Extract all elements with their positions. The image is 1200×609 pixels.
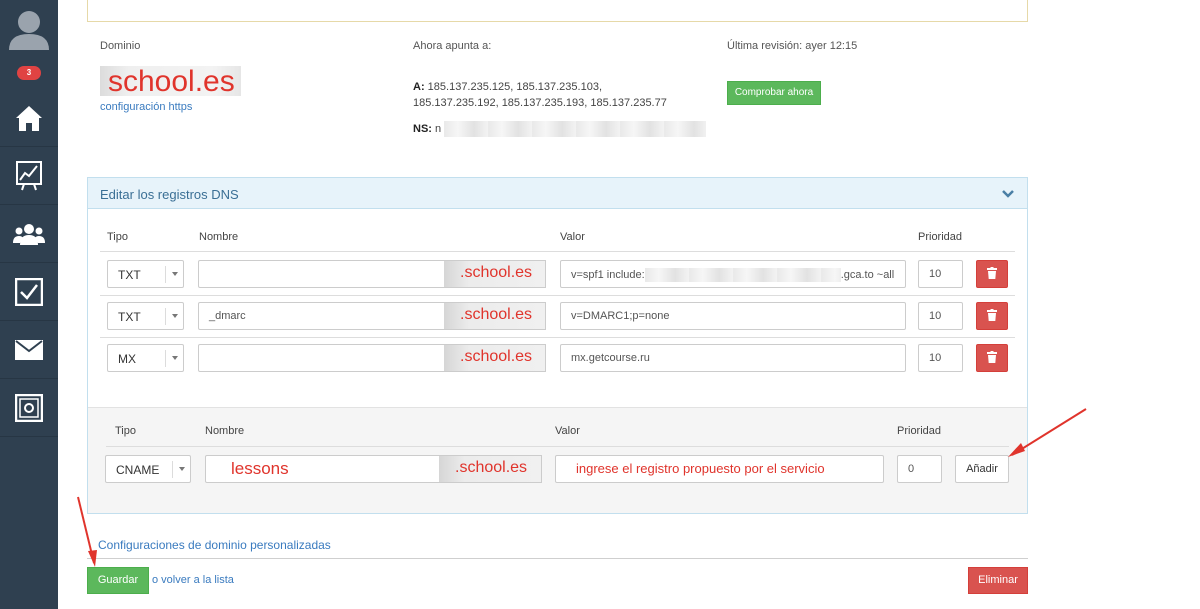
trash-icon — [987, 266, 997, 282]
ns-label: NS: — [413, 122, 432, 135]
safe-icon — [15, 394, 43, 422]
divider — [165, 350, 166, 367]
redacted-value — [644, 268, 841, 282]
record-type-value: TXT — [118, 310, 141, 324]
caret-down-icon — [172, 314, 178, 318]
dns-editor-panel: Editar los registros DNS Tipo Nombre Val… — [87, 177, 1028, 514]
new-record-priority-input[interactable]: 0 — [897, 455, 942, 483]
delete-record-button[interactable] — [976, 260, 1008, 288]
https-config-link[interactable]: configuración https — [100, 101, 192, 113]
divider — [100, 251, 1015, 252]
record-priority-input[interactable]: 10 — [918, 260, 963, 288]
new-record-value-input[interactable]: ingrese el registro propuesto por el ser… — [555, 455, 884, 483]
save-button[interactable]: Guardar — [87, 567, 149, 594]
new-record-form: Tipo Nombre Valor Prioridad CNAME lesson… — [88, 407, 1027, 513]
a-records: A: 185.137.235.125, 185.137.235.103, 185… — [413, 79, 675, 111]
record-type-select[interactable]: MX — [107, 344, 184, 372]
sidebar-item-home[interactable] — [0, 90, 58, 147]
domain-suffix: .school.es — [444, 344, 546, 372]
divider — [165, 266, 166, 283]
record-name-input[interactable]: _dmarc — [198, 302, 446, 330]
divider — [106, 446, 1009, 447]
record-type-select[interactable]: TXT — [107, 302, 184, 330]
add-record-button[interactable]: Añadir — [955, 455, 1009, 483]
caret-down-icon — [172, 356, 178, 360]
delete-record-button[interactable] — [976, 302, 1008, 330]
col-header-tipo: Tipo — [115, 425, 136, 437]
sidebar-item-users[interactable] — [0, 206, 58, 263]
col-header-prioridad: Prioridad — [918, 231, 963, 243]
record-type-value: CNAME — [116, 463, 160, 477]
delete-domain-button[interactable]: Eliminar — [968, 567, 1028, 594]
top-card — [87, 0, 1028, 22]
custom-domain-settings-link[interactable]: Configuraciones de dominio personalizada… — [98, 538, 331, 552]
chart-icon — [16, 161, 42, 191]
record-value-input[interactable]: v=spf1 include: .gca.to ~all — [560, 260, 906, 288]
dns-panel-title: Editar los registros DNS — [100, 187, 239, 202]
col-header-prioridad: Prioridad — [897, 425, 942, 437]
last-check-label: Última revisión: ayer 12:15 — [727, 40, 858, 52]
divider — [100, 295, 1015, 296]
check-now-button[interactable]: Comprobar ahora — [727, 81, 821, 105]
record-type-select[interactable]: TXT — [107, 260, 184, 288]
chevron-down-icon[interactable] — [1001, 188, 1015, 202]
a-records-value: 185.137.235.125, 185.137.235.103, 185.13… — [413, 81, 667, 109]
caret-down-icon — [179, 467, 185, 471]
domain-suffix: .school.es — [439, 455, 542, 483]
sidebar-item-mail[interactable] — [0, 322, 58, 379]
new-record-name-input[interactable]: lessons — [205, 455, 441, 483]
col-header-tipo: Tipo — [107, 231, 128, 243]
mail-icon — [15, 340, 43, 360]
col-header-nombre: Nombre — [199, 231, 239, 243]
col-header-nombre: Nombre — [205, 425, 245, 437]
domain-label: Dominio — [100, 40, 141, 52]
delete-record-button[interactable] — [976, 344, 1008, 372]
user-avatar-icon[interactable] — [0, 0, 58, 62]
ns-records: NS: n — [413, 121, 707, 137]
sidebar-item-tasks[interactable] — [0, 264, 58, 321]
record-value-end: .gca.to ~all — [840, 268, 895, 281]
divider — [87, 558, 1028, 559]
col-header-valor: Valor — [560, 231, 585, 243]
dns-panel-header[interactable]: Editar los registros DNS — [88, 178, 1027, 209]
trash-icon — [987, 308, 997, 324]
divider — [172, 461, 173, 478]
divider — [100, 337, 1015, 338]
record-priority-input[interactable]: 10 — [918, 302, 963, 330]
col-header-valor: Valor — [555, 425, 580, 437]
home-icon — [14, 104, 44, 132]
new-record-type-select[interactable]: CNAME — [105, 455, 191, 483]
domain-suffix: .school.es — [444, 302, 546, 330]
tasks-icon — [15, 278, 43, 306]
record-type-value: MX — [118, 352, 136, 366]
sidebar-item-stats[interactable] — [0, 148, 58, 205]
trash-icon — [987, 350, 997, 366]
redacted-ns — [444, 121, 707, 137]
back-to-list-link[interactable]: o volver a la lista — [152, 574, 234, 586]
domain-suffix: .school.es — [444, 260, 546, 288]
record-value-start: v=spf1 include: — [571, 268, 645, 281]
record-value-input[interactable]: mx.getcourse.ru — [560, 344, 906, 372]
notification-badge[interactable]: 3 — [17, 66, 41, 80]
points-to-label: Ahora apunta a: — [413, 40, 492, 52]
ns-value: n — [435, 122, 442, 135]
caret-down-icon — [172, 272, 178, 276]
sidebar-item-safe[interactable] — [0, 380, 58, 437]
divider — [165, 308, 166, 325]
record-type-value: TXT — [118, 268, 141, 282]
a-label: A: — [413, 81, 425, 93]
record-name-input[interactable] — [198, 344, 446, 372]
record-priority-input[interactable]: 10 — [918, 344, 963, 372]
sidebar: 3 — [0, 0, 58, 609]
record-value-input[interactable]: v=DMARC1;p=none — [560, 302, 906, 330]
record-name-input[interactable] — [198, 260, 446, 288]
users-icon — [13, 221, 45, 247]
domain-name: school.es — [100, 66, 241, 98]
